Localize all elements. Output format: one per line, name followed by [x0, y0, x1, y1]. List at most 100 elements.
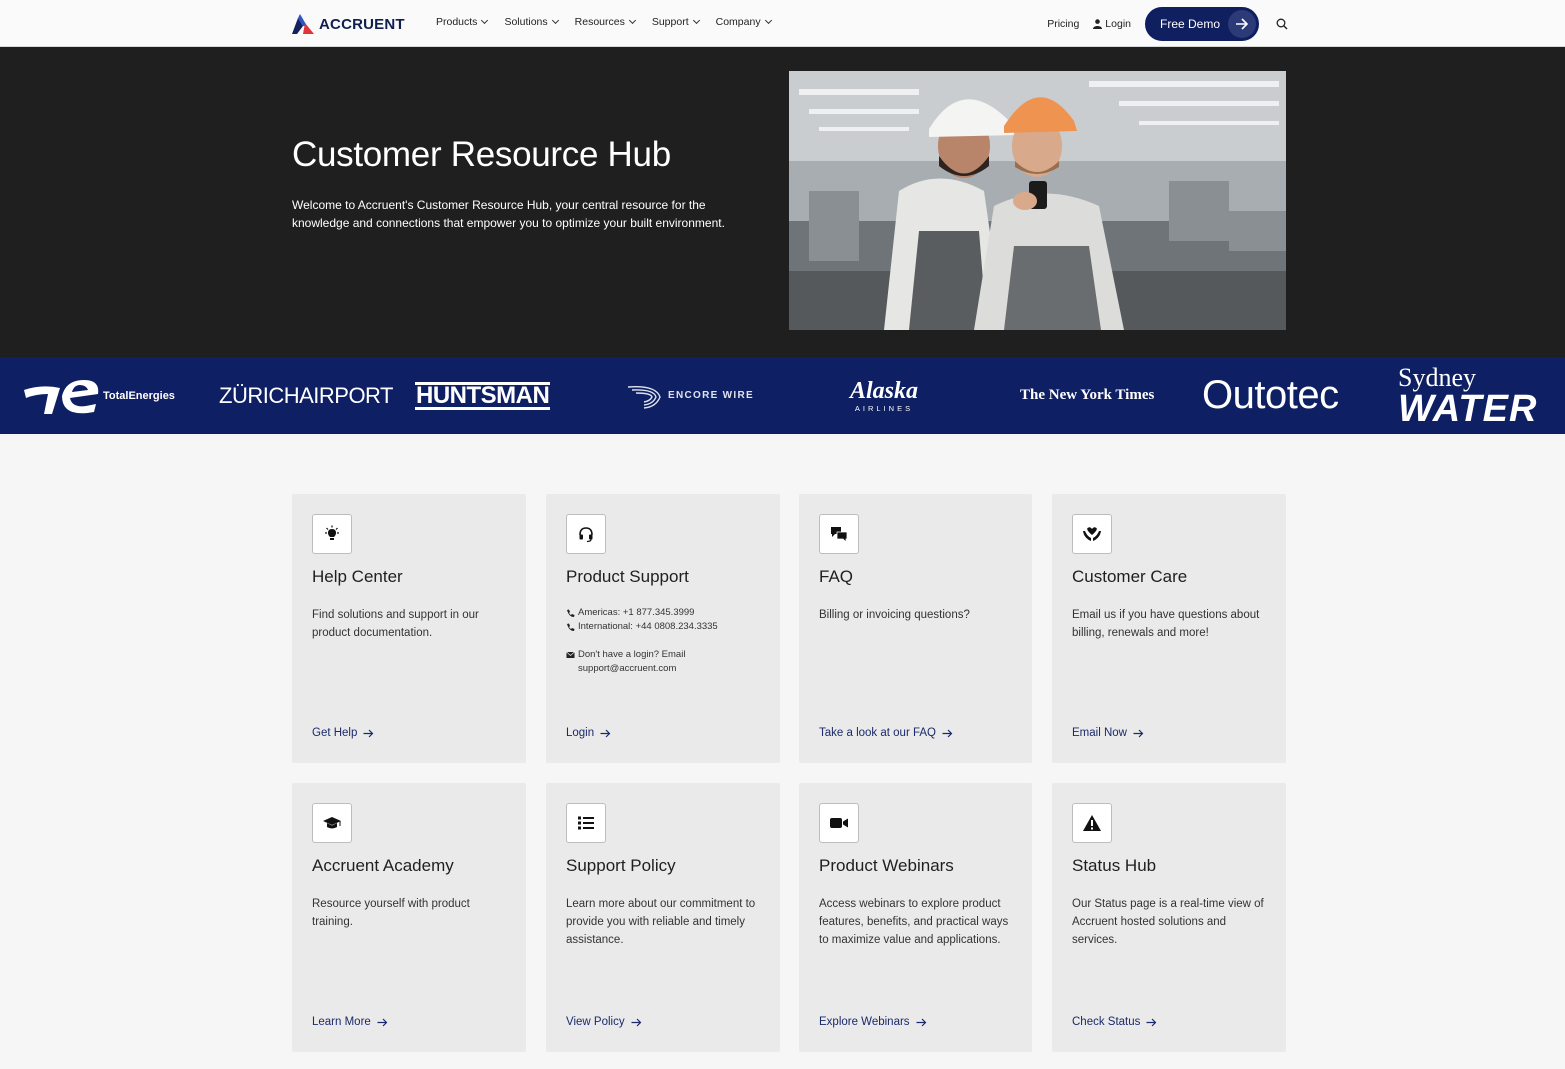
accruent-logo-icon — [292, 14, 314, 34]
card-description: Email us if you have questions about bil… — [1072, 609, 1260, 639]
card-description: Resource yourself with product training. — [312, 898, 470, 928]
encore-wire-swoosh-icon — [627, 385, 661, 409]
link-label: Explore Webinars — [819, 1016, 910, 1028]
card-help-center: Help Center Find solutions and support i… — [292, 494, 526, 763]
brand-sublabel: WATER — [1398, 387, 1538, 430]
brand-outotec: Outotec — [1202, 373, 1339, 417]
brand-label: Alaska — [850, 377, 919, 404]
faq-link[interactable]: Take a look at our FAQ — [819, 727, 953, 739]
card-title: Help Center — [312, 567, 403, 586]
menu-label: Company — [715, 16, 761, 28]
link-label: Take a look at our FAQ — [819, 727, 936, 739]
card-accruent-academy: Accruent Academy Resource yourself with … — [292, 783, 526, 1052]
top-navigation: ACCRUENT Products Solutions Resources Su… — [0, 0, 1565, 47]
brand-label: Sydney — [1398, 362, 1476, 392]
page-title: Customer Resource Hub — [292, 135, 671, 174]
nav-right-group: Pricing Login Free Demo — [1047, 7, 1289, 41]
login-note-label: Don't have a login? Email support@accrue… — [578, 649, 686, 674]
chat-icon — [819, 514, 859, 554]
chevron-down-icon — [764, 16, 772, 25]
americas-phone[interactable]: Americas: +1 877.345.3999 — [566, 606, 766, 620]
get-help-link[interactable]: Get Help — [312, 727, 374, 739]
card-product-support: Product Support Americas: +1 877.345.399… — [546, 494, 780, 763]
card-description: Our Status page is a real-time view of A… — [1072, 898, 1264, 946]
card-customer-care: Customer Care Email us if you have quest… — [1052, 494, 1286, 763]
link-label: View Policy — [566, 1016, 625, 1028]
chevron-down-icon — [628, 16, 636, 25]
card-title: Support Policy — [566, 856, 676, 875]
user-icon — [1093, 19, 1103, 29]
accruent-logo[interactable]: ACCRUENT — [291, 12, 405, 36]
arrow-right-icon — [1228, 10, 1256, 38]
menu-label: Support — [651, 16, 689, 28]
card-status-hub: Status Hub Our Status page is a real-tim… — [1052, 783, 1286, 1052]
warning-icon — [1072, 803, 1112, 843]
phone-icon — [567, 623, 575, 631]
main-menu: Products Solutions Resources Support Com… — [436, 16, 788, 28]
brand-label: ENCORE WIRE — [668, 390, 754, 401]
card-faq: FAQ Billing or invoicing questions? Take… — [799, 494, 1032, 763]
chevron-down-icon — [481, 16, 489, 25]
menu-support[interactable]: Support — [651, 16, 700, 28]
explore-webinars-link[interactable]: Explore Webinars — [819, 1016, 927, 1028]
support-login-link[interactable]: Login — [566, 727, 611, 739]
brand-huntsman: HUNTSMAN — [415, 357, 551, 434]
brand-label: HUNTSMAN — [415, 381, 551, 410]
learn-more-link[interactable]: Learn More — [312, 1016, 388, 1028]
card-support-policy: Support Policy Learn more about our comm… — [546, 783, 780, 1052]
link-label: Learn More — [312, 1016, 371, 1028]
list-icon — [566, 803, 606, 843]
lightbulb-icon — [312, 514, 352, 554]
free-demo-label: Free Demo — [1160, 17, 1221, 31]
hero-description: Welcome to Accruent's Customer Resource … — [292, 198, 725, 230]
headset-icon — [566, 514, 606, 554]
phone-icon — [567, 609, 575, 617]
international-phone[interactable]: International: +44 0808.234.3335 — [566, 620, 766, 634]
arrow-right-icon — [916, 1018, 926, 1026]
envelope-icon — [566, 651, 575, 658]
hero-image-workers — [789, 71, 1286, 330]
arrow-right-icon — [631, 1018, 641, 1026]
card-description: Billing or invoicing questions? — [819, 609, 970, 621]
hero-section: Customer Resource Hub Welcome to Accruen… — [0, 47, 1565, 357]
email-now-link[interactable]: Email Now — [1072, 727, 1144, 739]
support-contacts: Americas: +1 877.345.3999 International:… — [566, 606, 766, 676]
login-link[interactable]: Login — [1093, 18, 1131, 30]
graduation-cap-icon — [312, 803, 352, 843]
card-title: Accruent Academy — [312, 856, 454, 875]
customer-logo-band: TotalEnergies ZÜRICHAIRPORT HUNTSMAN ENC… — [0, 357, 1565, 434]
arrow-right-icon — [600, 729, 611, 737]
brand-sublabel: AIRLINES — [854, 403, 914, 413]
arrow-right-icon — [1146, 1018, 1157, 1026]
menu-solutions[interactable]: Solutions — [504, 16, 559, 28]
login-label: Login — [1105, 18, 1131, 30]
card-title: Product Support — [566, 567, 689, 586]
menu-label: Resources — [574, 16, 625, 28]
totalenergies-mark-icon — [24, 379, 99, 414]
check-status-link[interactable]: Check Status — [1072, 1016, 1157, 1028]
chevron-down-icon — [692, 16, 700, 25]
brand-encore-wire: ENCORE WIRE — [626, 357, 754, 434]
americas-label: Americas: +1 877.345.3999 — [578, 607, 695, 618]
arrow-right-icon — [377, 1018, 388, 1026]
link-label: Login — [566, 727, 595, 739]
brand-sydney-water: Sydney WATER — [1398, 357, 1537, 434]
free-demo-button[interactable]: Free Demo — [1145, 7, 1259, 41]
brand-totalenergies-logo: TotalEnergies — [22, 357, 175, 434]
menu-label: Products — [436, 16, 478, 28]
brand-new-york-times: The New York Times — [1020, 387, 1155, 403]
chevron-down-icon — [551, 16, 559, 25]
menu-products[interactable]: Products — [436, 16, 489, 28]
pricing-link[interactable]: Pricing — [1047, 18, 1079, 30]
card-description: Access webinars to explore product featu… — [819, 898, 1009, 946]
search-icon[interactable] — [1275, 17, 1289, 31]
view-policy-link[interactable]: View Policy — [566, 1016, 642, 1028]
card-description: Learn more about our commitment to provi… — [566, 898, 756, 946]
brand-label: TotalEnergies — [103, 389, 175, 402]
arrow-right-icon — [942, 729, 953, 737]
link-label: Get Help — [312, 727, 358, 739]
menu-company[interactable]: Company — [715, 16, 772, 28]
card-product-webinars: Product Webinars Access webinars to expl… — [799, 783, 1032, 1052]
menu-resources[interactable]: Resources — [574, 16, 636, 28]
card-title: FAQ — [819, 567, 854, 586]
